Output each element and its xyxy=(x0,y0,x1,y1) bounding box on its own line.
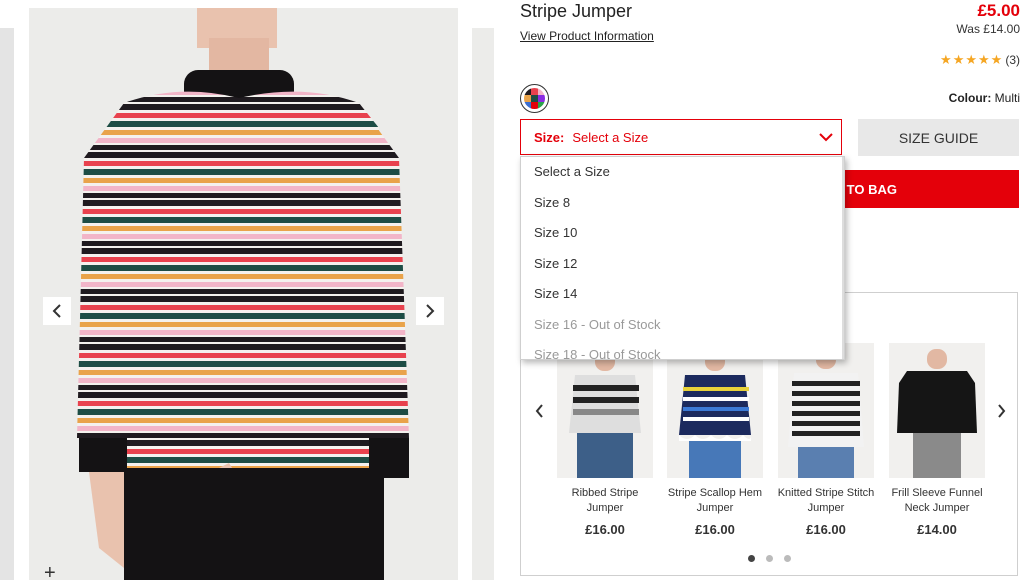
gallery-next-button[interactable] xyxy=(416,297,444,325)
view-product-info-link[interactable]: View Product Information xyxy=(520,29,654,43)
chevron-left-icon xyxy=(52,304,61,318)
size-select[interactable]: Size: Select a Size xyxy=(520,119,842,155)
star-icon: ★ xyxy=(978,52,990,67)
product-main-image xyxy=(29,8,458,580)
star-rating[interactable]: ★ ★ ★ ★ ★ (3) xyxy=(940,52,1020,68)
star-icon: ★ xyxy=(990,52,1003,67)
current-price: £5.00 xyxy=(977,1,1020,20)
gallery-edge xyxy=(0,28,14,580)
product-card-price: £16.00 xyxy=(585,522,625,537)
gallery-next-thumbnail[interactable] xyxy=(472,28,494,580)
product-thumbnail xyxy=(569,351,641,478)
dropdown-scrollbar[interactable] xyxy=(842,157,844,359)
colour-indicator: Colour: Multi xyxy=(949,91,1020,105)
star-icon: ★ xyxy=(965,52,978,67)
carousel-dot[interactable] xyxy=(784,555,791,562)
review-count: (3) xyxy=(1005,53,1020,67)
size-select-label: Size: xyxy=(534,129,565,145)
chevron-right-icon xyxy=(426,304,435,318)
model-photo xyxy=(77,8,409,580)
product-card-image[interactable] xyxy=(889,343,985,478)
size-option[interactable]: Size 8 xyxy=(521,188,844,219)
product-card-name[interactable]: Knitted Stripe Stitch Jumper xyxy=(768,486,884,516)
product-card-image[interactable] xyxy=(778,343,874,478)
star-icon: ★ xyxy=(952,52,965,67)
size-option-out-of-stock[interactable]: Size 16 - Out of Stock xyxy=(521,310,844,341)
size-option[interactable]: Size 12 xyxy=(521,249,844,280)
carousel-next-button[interactable] xyxy=(992,402,1010,420)
product-thumbnail xyxy=(788,349,864,478)
carousel-dot[interactable] xyxy=(748,555,755,562)
size-option[interactable]: Size 14 xyxy=(521,279,844,310)
chevron-down-icon xyxy=(819,133,833,142)
product-title: Stripe Jumper xyxy=(520,1,633,21)
star-icon: ★ xyxy=(940,52,952,67)
size-option-out-of-stock[interactable]: Size 18 - Out of Stock xyxy=(521,340,844,359)
colour-label: Colour: xyxy=(948,91,992,105)
size-option[interactable]: Size 10 xyxy=(521,218,844,249)
carousel-prev-button[interactable] xyxy=(530,402,548,420)
chevron-left-icon xyxy=(535,404,543,418)
product-card-price: £16.00 xyxy=(806,522,846,537)
was-price: Was £14.00 xyxy=(956,22,1020,36)
product-card-name[interactable]: Ribbed Stripe Jumper xyxy=(547,486,663,516)
size-select-value: Select a Size xyxy=(572,129,649,145)
size-option[interactable]: Select a Size xyxy=(521,157,844,188)
multi-colour-swatch-icon xyxy=(524,88,545,109)
product-thumbnail xyxy=(897,349,977,478)
size-guide-button[interactable]: SIZE GUIDE xyxy=(858,119,1019,156)
chevron-right-icon xyxy=(997,404,1005,418)
product-card-price: £16.00 xyxy=(695,522,735,537)
product-card-name[interactable]: Stripe Scallop Hem Jumper xyxy=(657,486,773,516)
colour-value: Multi xyxy=(994,91,1020,105)
product-card-image[interactable] xyxy=(557,343,653,478)
product-card-price: £14.00 xyxy=(917,522,957,537)
size-dropdown-list[interactable]: Select a Size Size 8 Size 10 Size 12 Siz… xyxy=(520,156,845,360)
gallery-prev-button[interactable] xyxy=(43,297,71,325)
product-thumbnail xyxy=(679,351,751,478)
zoom-button[interactable]: + xyxy=(44,563,56,583)
product-card-image[interactable] xyxy=(667,343,763,478)
carousel-dot[interactable] xyxy=(766,555,773,562)
colour-swatch-multi[interactable] xyxy=(520,84,549,113)
product-card-name[interactable]: Frill Sleeve Funnel Neck Jumper xyxy=(879,486,995,516)
